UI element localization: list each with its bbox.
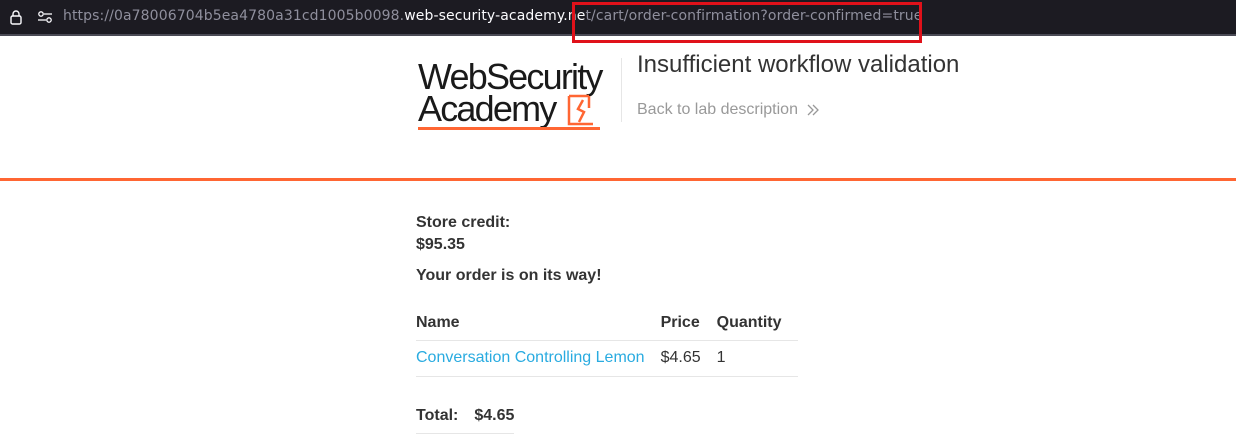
product-link[interactable]: Conversation Controlling Lemon — [416, 349, 645, 366]
column-header-name: Name — [416, 314, 460, 331]
total-value: $4.65 — [474, 401, 515, 434]
item-name-cell: Conversation Controlling Lemon — [416, 340, 661, 377]
order-items-table: Name Price Quantity Conversation Control… — [416, 312, 798, 377]
url-text[interactable]: https://0a78006704b5ea4780a31cd1005b0098… — [63, 8, 922, 24]
total-row: Total: $4.65 — [416, 401, 515, 434]
browser-url-bar[interactable]: https://0a78006704b5ea4780a31cd1005b0098… — [0, 0, 1236, 34]
order-status-message: Your order is on its way! — [416, 267, 602, 284]
url-path: t/cart/order-confirmation?order-confirme… — [585, 8, 923, 24]
store-credit-value: $95.35 — [416, 236, 465, 253]
total-label: Total: — [416, 401, 475, 434]
header-orange-rule — [0, 178, 1236, 181]
logo-mark-icon — [567, 94, 593, 126]
logo-underline — [418, 127, 600, 130]
url-domain: web-security-academy.ne — [404, 8, 586, 24]
permissions-icon[interactable] — [36, 9, 54, 25]
lab-title: Insufficient workflow validation — [637, 51, 960, 78]
table-header-row: Name Price Quantity — [416, 312, 798, 341]
logo-line2: Academy — [418, 88, 557, 129]
back-to-lab-description-link[interactable]: Back to lab description — [637, 101, 820, 119]
item-price-cell: $4.65 — [660, 340, 717, 377]
header-divider — [621, 58, 622, 122]
table-row: Conversation Controlling Lemon $4.65 1 — [416, 340, 798, 377]
double-chevron-right-icon — [807, 104, 819, 116]
url-origin-prefix: https://0a78006704b5ea4780a31cd1005b0098… — [63, 8, 405, 24]
item-quantity-cell: 1 — [716, 340, 798, 377]
url-bar-border — [0, 34, 1236, 36]
order-total-table: Total: $4.65 — [416, 401, 515, 434]
web-security-academy-logo[interactable]: WebSecurity Academy — [418, 56, 623, 134]
column-header-price: Price — [660, 314, 700, 331]
order-confirmation-content: Store credit: $95.35 Your order is on it… — [416, 212, 836, 434]
back-link-label: Back to lab description — [637, 101, 798, 118]
store-credit-label: Store credit: — [416, 214, 511, 231]
lock-icon[interactable] — [8, 9, 24, 25]
column-header-quantity: Quantity — [716, 314, 782, 331]
